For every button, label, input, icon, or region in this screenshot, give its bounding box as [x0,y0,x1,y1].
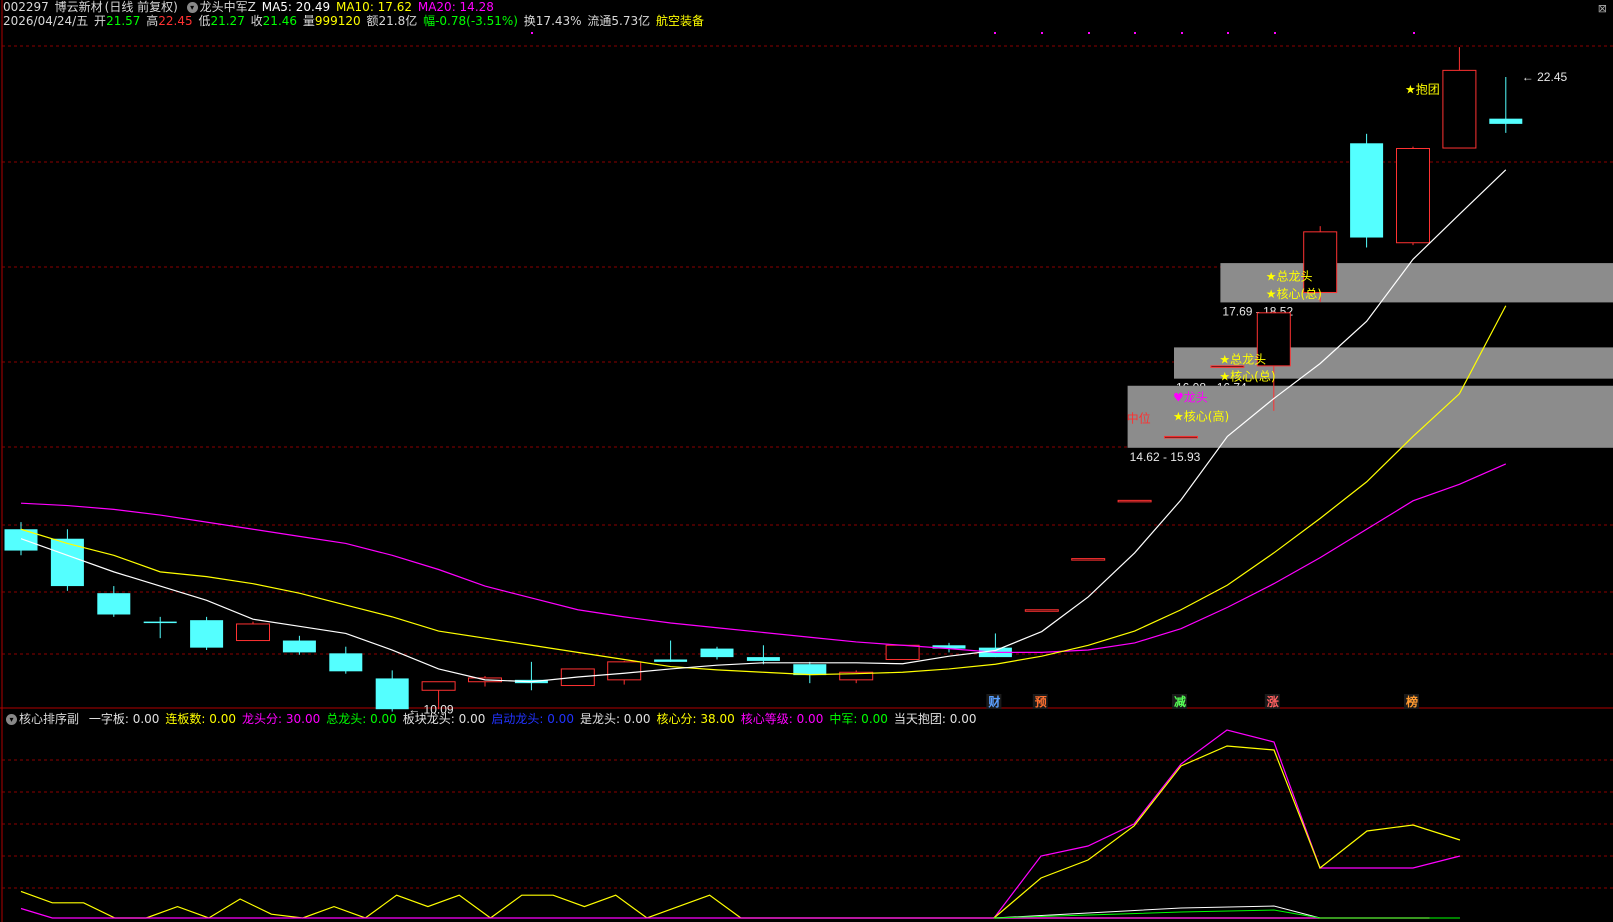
candle-body [190,620,224,648]
event-marker: 涨 [1267,694,1279,709]
candle-body [1117,499,1152,503]
top-dot [531,32,533,34]
candle-body [421,681,456,691]
event-marker: 财 [987,694,1000,709]
top-dot [1181,32,1183,34]
signal-annotation: ★核心(总) [1266,287,1322,301]
event-marker: 预 [1035,695,1047,709]
candle-body [1350,143,1384,238]
top-dot [994,32,996,34]
kline-chart[interactable]: 17.69 - 18.5216.08 - 16.7414.62 - 15.93★… [0,0,1613,922]
candle-body [1442,69,1477,149]
candle-body [607,661,642,681]
signal-annotation: ★核心(高) [1173,408,1229,423]
sub-series-line [20,907,1430,919]
signal-annotation: ★抱团 [1405,82,1440,97]
candle-body [1396,147,1430,244]
signal-annotation: ★总龙头 [1219,353,1266,367]
top-dot [1413,32,1415,34]
signal-annotation: ♥龙头 [1173,390,1208,404]
top-dot [1227,32,1229,34]
candle-body [143,621,177,624]
signal-annotation: ★核心(总) [1219,370,1275,384]
top-dot [1088,32,1090,34]
candle-body [1024,609,1059,612]
event-marker: 减 [1174,694,1186,709]
candle-body [1164,435,1198,439]
zone-range-label: 14.62 - 15.93 [1130,450,1201,464]
candle-body [1071,558,1106,561]
sub-series-line [20,890,1430,919]
candle-body [375,678,409,710]
sub-surge-yellow [993,745,1461,919]
price-label: ← 22.45 [1522,70,1568,84]
candle-body [700,648,734,658]
top-dot [1041,32,1043,34]
top-dot [1134,32,1136,34]
candle-body [885,644,920,660]
event-marker: 榜 [1406,694,1418,709]
candle-body [654,659,688,662]
candle-body [329,653,363,672]
candle-body [282,640,316,653]
candle-body [236,623,270,642]
price-label: ← 10.09 [408,703,454,717]
candle-body [746,657,780,661]
candle-body [97,593,131,615]
signal-annotation: 中位 [1127,411,1151,426]
top-dot [1274,32,1276,34]
candle-body [1489,118,1523,124]
signal-annotation: ★总龙头 [1266,270,1313,284]
